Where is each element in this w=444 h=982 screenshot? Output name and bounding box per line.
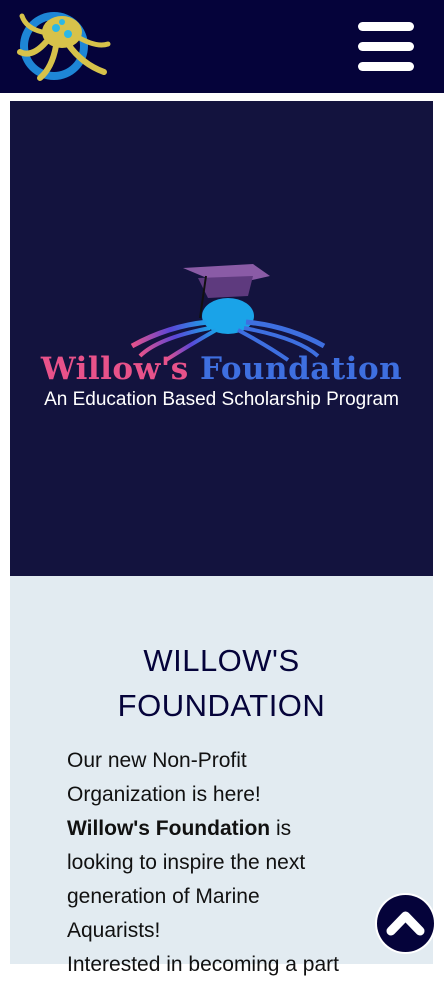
top-navbar <box>0 0 444 93</box>
intro-line-3-tail: is <box>275 817 292 840</box>
hamburger-menu-button[interactable] <box>356 22 416 74</box>
heading-line-2: FOUNDATION <box>117 688 326 723</box>
hamburger-menu-icon <box>358 22 414 31</box>
intro-line-1: Our new Non-Profit <box>67 749 247 772</box>
hamburger-bar <box>358 42 414 51</box>
intro-line-5: generation of Marine <box>67 885 260 908</box>
section-heading: WILLOW'S FOUNDATION <box>10 638 433 728</box>
hero-title-part2: Foundation <box>200 351 403 387</box>
about-section: WILLOW'S FOUNDATION Our new Non-Profit O… <box>10 576 433 976</box>
octopus-logo-icon <box>17 12 111 81</box>
hero-title: Willow's Foundation <box>10 351 433 387</box>
site-logo[interactable] <box>12 8 112 86</box>
intro-line-4: looking to inspire the next <box>67 851 306 874</box>
heading-line-1: WILLOW'S <box>143 643 300 678</box>
hero-title-part1: Willow's <box>40 351 189 387</box>
intro-line-7: Interested in becoming a part <box>67 953 339 976</box>
intro-line-6: Aquarists! <box>67 919 161 942</box>
foundation-name: Willow's Foundation <box>67 817 271 840</box>
intro-paragraph: Our new Non-Profit Organization is here!… <box>67 744 387 982</box>
chevron-up-icon <box>386 911 425 936</box>
hero-subtitle: An Education Based Scholarship Program <box>44 389 399 410</box>
hamburger-bar <box>358 62 414 71</box>
intro-line-2: Organization is here! <box>67 783 261 806</box>
scroll-to-top-button[interactable] <box>377 895 434 952</box>
hero-banner: Willow's Foundation An Education Based S… <box>10 101 433 576</box>
